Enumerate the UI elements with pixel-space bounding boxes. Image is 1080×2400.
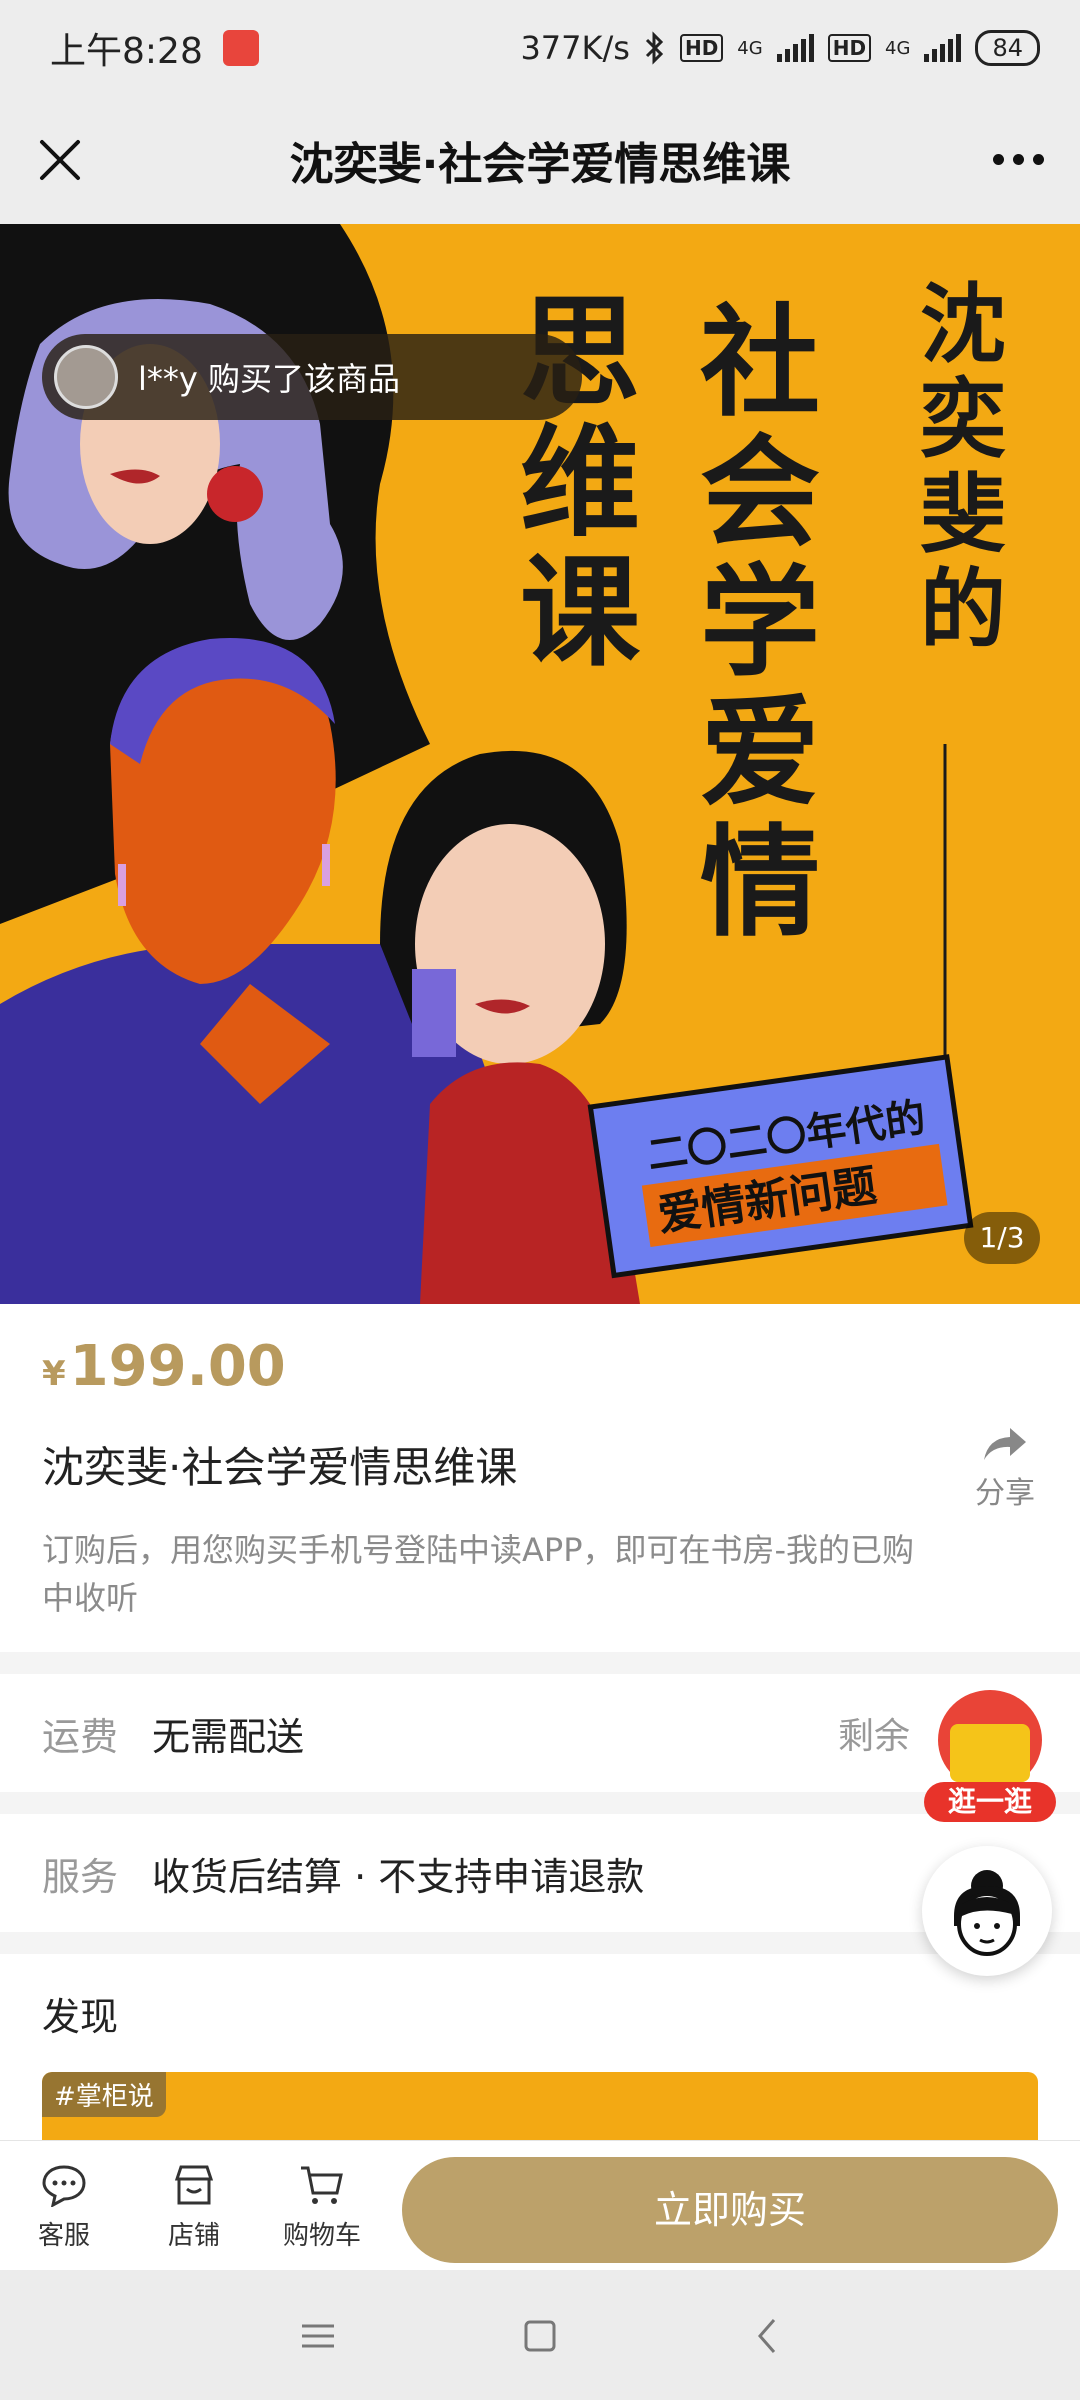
discover-thumbnail[interactable]: #掌柜说 bbox=[42, 2072, 1038, 2140]
stroll-button[interactable]: 逛一逛 bbox=[924, 1690, 1056, 1822]
back-nav-icon[interactable] bbox=[740, 2308, 796, 2364]
image-counter: 1/3 bbox=[964, 1212, 1040, 1264]
status-time: 上午8:28 bbox=[50, 31, 203, 72]
agent-avatar-icon bbox=[954, 1870, 1020, 1956]
share-icon bbox=[984, 1428, 1026, 1460]
store-label: 店铺 bbox=[167, 2221, 220, 2251]
more-icon[interactable] bbox=[993, 154, 1044, 165]
network-type-2: 4G bbox=[885, 37, 911, 59]
discover-tag: #掌柜说 bbox=[42, 2072, 166, 2117]
svg-text:维: 维 bbox=[520, 412, 640, 553]
shipping-value: 无需配送 bbox=[152, 1714, 305, 1759]
stroll-label: 逛一逛 bbox=[924, 1782, 1056, 1822]
discover-section: 发现 #掌柜说 bbox=[0, 1954, 1080, 2140]
service-value: 收货后结算 · 不支持申请退款 bbox=[152, 1854, 645, 1899]
battery-indicator: 84 bbox=[975, 30, 1040, 66]
product-title: 沈奕斐·社会学爱情思维课 bbox=[42, 1443, 518, 1492]
net-speed: 377K/s bbox=[520, 29, 630, 67]
home-nav-icon[interactable] bbox=[512, 2308, 568, 2364]
svg-text:社: 社 bbox=[700, 292, 820, 433]
product-description: 订购后，用您购买手机号登陆中读APP，即可在书房-我的已购中收听 bbox=[42, 1531, 915, 1617]
svg-text:斐: 斐 bbox=[920, 464, 1006, 565]
svg-text:情: 情 bbox=[700, 812, 820, 953]
cart-tab[interactable]: 购物车 bbox=[272, 2163, 372, 2252]
chat-icon bbox=[42, 2165, 86, 2207]
price: ¥ 199.00 bbox=[42, 1334, 286, 1399]
buy-now-button[interactable]: 立即购买 bbox=[402, 2157, 1058, 2263]
status-right: 377K/s HD 4G HD 4G 84 bbox=[520, 29, 1040, 67]
title-bar: 沈奕斐·社会学爱情思维课 bbox=[0, 96, 1080, 224]
svg-text:课: 课 bbox=[520, 542, 641, 683]
cart-icon bbox=[301, 2166, 343, 2204]
store-tab[interactable]: 店铺 bbox=[144, 2163, 244, 2252]
shipping-label: 运费 bbox=[42, 1714, 119, 1759]
share-button[interactable]: 分享 bbox=[970, 1424, 1040, 1512]
signal-icon-2 bbox=[924, 34, 962, 62]
svg-text:奕: 奕 bbox=[920, 369, 1006, 470]
bluetooth-icon bbox=[645, 31, 664, 65]
menu-nav-icon[interactable] bbox=[290, 2308, 346, 2364]
share-label: 分享 bbox=[975, 1476, 1035, 1511]
hd-badge-1: HD bbox=[679, 34, 724, 62]
svg-text:会: 会 bbox=[700, 422, 820, 563]
hd-badge-2: HD bbox=[827, 34, 872, 62]
price-currency: ¥ bbox=[42, 1354, 66, 1394]
store-icon bbox=[174, 2165, 214, 2205]
app-notification-icon bbox=[222, 30, 259, 66]
service-label: 服务 bbox=[42, 1854, 119, 1899]
stock-label: 剩余 bbox=[837, 1716, 910, 1757]
bottom-action-bar: 客服 店铺 购物车 立即购买 bbox=[0, 2140, 1080, 2270]
customer-service-float-button[interactable] bbox=[922, 1846, 1052, 1976]
bag-front bbox=[950, 1724, 1030, 1782]
svg-text:的: 的 bbox=[920, 559, 1006, 660]
svg-text:爱: 爱 bbox=[700, 682, 820, 823]
customer-service-label: 客服 bbox=[37, 2221, 90, 2251]
network-type-1: 4G bbox=[737, 37, 763, 59]
signal-icon-1 bbox=[776, 34, 814, 62]
close-icon[interactable] bbox=[32, 132, 88, 188]
price-value: 199.00 bbox=[69, 1334, 286, 1399]
svg-text:沈: 沈 bbox=[920, 274, 1006, 375]
status-bar: 上午8:28 377K/s HD 4G HD 4G 84 bbox=[0, 0, 1080, 96]
discover-title: 发现 bbox=[42, 1995, 119, 2039]
svg-text:学: 学 bbox=[700, 552, 820, 693]
service-row: 服务 收货后结算 · 不支持申请退款 bbox=[0, 1814, 1080, 1932]
page-title: 沈奕斐·社会学爱情思维课 bbox=[289, 139, 791, 190]
product-cover-image[interactable]: 沈 奕 斐 的 社 会 学 爱 情 思 维 课 二〇二〇年代的 爱情新问题 l*… bbox=[0, 224, 1080, 1304]
shipping-row: 运费 无需配送 剩余 bbox=[0, 1674, 1080, 1792]
cart-label: 购物车 bbox=[282, 2221, 361, 2251]
buyer-message: l**y 购买了该商品 bbox=[138, 360, 401, 398]
recent-buyer-toast: l**y 购买了该商品 bbox=[42, 334, 582, 420]
buyer-avatar bbox=[54, 345, 118, 409]
product-info-card: ¥ 199.00 沈奕斐·社会学爱情思维课 分享 订购后，用您购买手机号登陆中读… bbox=[0, 1304, 1080, 1652]
customer-service-tab[interactable]: 客服 bbox=[14, 2163, 114, 2252]
system-nav-bar bbox=[0, 2270, 1080, 2400]
